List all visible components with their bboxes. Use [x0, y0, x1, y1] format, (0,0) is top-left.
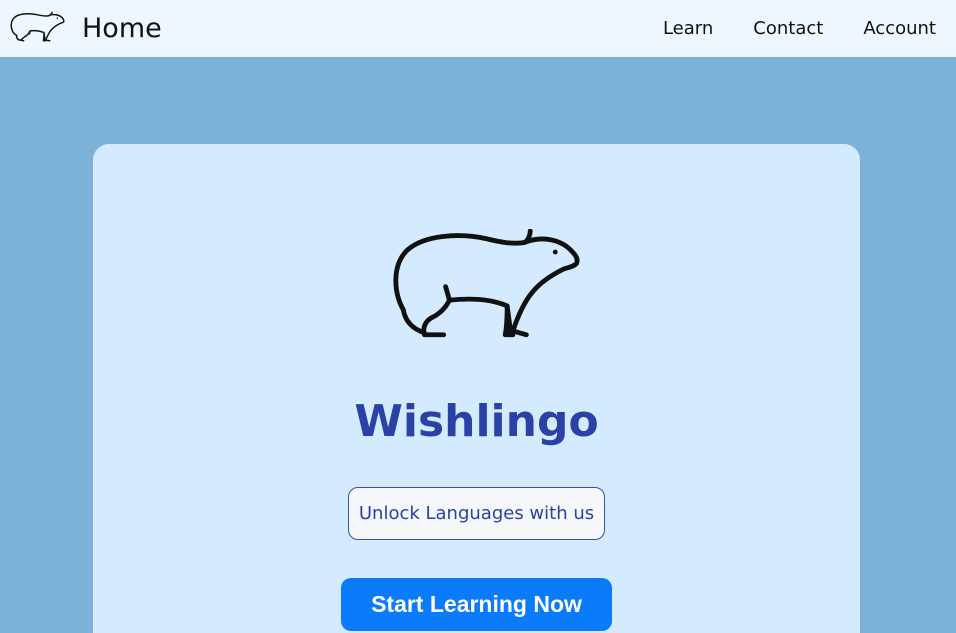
capybara-icon — [393, 229, 580, 338]
nav-link-contact[interactable]: Contact — [753, 18, 823, 39]
nav-link-account[interactable]: Account — [863, 18, 936, 39]
nav-menu: Learn Contact Account — [663, 0, 936, 57]
app-title: Wishlingo — [354, 396, 599, 447]
tagline-badge: Unlock Languages with us — [348, 487, 605, 540]
nav-link-learn[interactable]: Learn — [663, 18, 713, 39]
start-learning-button[interactable]: Start Learning Now — [341, 578, 612, 631]
hero-card: Wishlingo Unlock Languages with us Start… — [93, 144, 860, 633]
home-link[interactable]: Home — [8, 7, 162, 49]
brand-label: Home — [82, 12, 162, 44]
capybara-icon — [10, 11, 65, 42]
navbar: Home Learn Contact Account — [0, 0, 956, 57]
